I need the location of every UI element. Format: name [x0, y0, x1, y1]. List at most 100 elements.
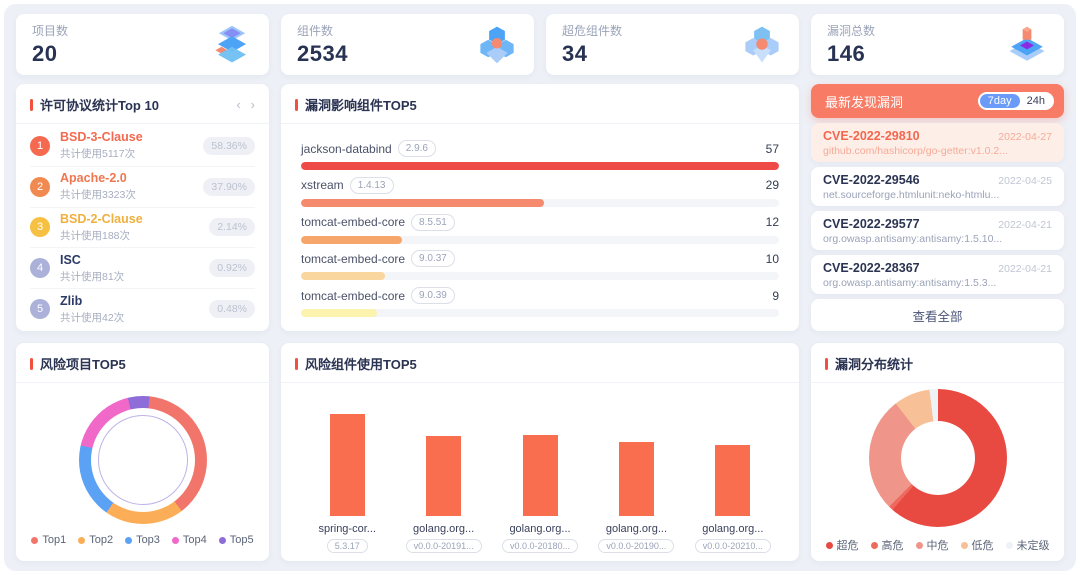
license-usage: 共计使用81次 — [60, 269, 199, 284]
cve-date: 2022-04-27 — [998, 131, 1052, 143]
legend-dot — [961, 542, 968, 549]
bar-track — [301, 236, 779, 244]
component-version-badge: 5.3.17 — [327, 539, 368, 553]
stat-card-projects: 项目数 20 — [16, 14, 269, 75]
license-name: BSD-3-Clause — [60, 130, 193, 144]
legend-item[interactable]: Top5 — [219, 534, 254, 546]
bar-fill — [301, 162, 779, 170]
stat-card-critical-components: 超危组件数 34 — [546, 14, 799, 75]
bar — [619, 442, 654, 516]
vuln-dist-donut-chart[interactable] — [869, 389, 1007, 527]
vuln-count: 29 — [766, 178, 779, 192]
legend-label: 高危 — [882, 537, 904, 553]
legend-item[interactable]: 未定级 — [1006, 537, 1050, 553]
license-percent-badge: 0.48% — [209, 300, 255, 318]
license-usage: 共计使用5117次 — [60, 146, 193, 161]
component-name: tomcat-embed-core — [301, 252, 405, 266]
latest-vulns-title: 最新发现漏洞 — [825, 92, 903, 111]
bar-track — [301, 309, 779, 317]
cve-id: CVE-2022-29810 — [823, 129, 920, 143]
prev-page-icon[interactable]: ‹ — [236, 98, 240, 111]
stat-label: 项目数 — [32, 22, 68, 39]
toggle-24h[interactable]: 24h — [1020, 94, 1052, 108]
cve-id: CVE-2022-28367 — [823, 261, 920, 275]
cve-list: CVE-2022-298102022-04-27github.com/hashi… — [811, 123, 1064, 294]
legend-item[interactable]: 中危 — [916, 537, 949, 553]
risk-usage-bar-column[interactable]: golang.org...v0.0.0-20180... — [492, 397, 588, 553]
risk-projects-panel: 风险项目TOP5 Top1 Top2 Top3 Top4 Top5 — [16, 343, 269, 561]
legend-label: Top2 — [89, 534, 113, 546]
bar-fill — [301, 236, 402, 244]
license-percent-badge: 37.90% — [203, 178, 255, 196]
legend-item[interactable]: Top1 — [31, 534, 66, 546]
legend-item[interactable]: Top2 — [78, 534, 113, 546]
dashboard-page: 项目数 20 组件数 2534 — [4, 4, 1076, 571]
cve-date: 2022-04-21 — [998, 263, 1052, 275]
bar — [330, 414, 365, 516]
vuln-dist-panel: 漏洞分布统计 超危 高危 中危 低危未定级 — [811, 343, 1064, 561]
bar-track — [301, 162, 779, 170]
cve-card[interactable]: CVE-2022-295462022-04-25net.sourceforge.… — [811, 167, 1064, 206]
critical-component-icon — [741, 24, 783, 66]
cve-card[interactable]: CVE-2022-283672022-04-21org.owasp.antisa… — [811, 255, 1064, 294]
risk-projects-title: 风险项目TOP5 — [40, 354, 255, 373]
title-marker — [30, 99, 33, 111]
license-item[interactable]: 4ISC共计使用81次0.92% — [30, 248, 255, 289]
bar-fill — [301, 272, 385, 280]
rank-badge: 5 — [30, 299, 50, 319]
component-name: tomcat-embed-core — [301, 215, 405, 229]
rank-badge: 1 — [30, 136, 50, 156]
legend-label: 中危 — [927, 537, 949, 553]
risk-usage-bar-column[interactable]: golang.org...v0.0.0-20191... — [395, 397, 491, 553]
vuln-component-bar[interactable]: tomcat-embed-core9.0.399 — [301, 287, 779, 317]
vuln-component-bar[interactable]: tomcat-embed-core9.0.3710 — [301, 250, 779, 280]
license-item[interactable]: 3BSD-2-Clause共计使用188次2.14% — [30, 208, 255, 249]
component-name: jackson-databind — [301, 142, 392, 156]
risk-projects-donut-chart[interactable] — [79, 396, 207, 524]
risk-usage-bar-column[interactable]: golang.org...v0.0.0-20190... — [588, 397, 684, 553]
stat-label: 漏洞总数 — [827, 22, 875, 39]
next-page-icon[interactable]: › — [251, 98, 255, 111]
latest-vulns-header: 最新发现漏洞 7day 24h — [811, 84, 1064, 118]
license-list: 1BSD-3-Clause共计使用5117次58.36%2Apache-2.0共… — [16, 124, 269, 331]
cve-card[interactable]: CVE-2022-295772022-04-21org.owasp.antisa… — [811, 211, 1064, 250]
legend-dot — [1006, 542, 1013, 549]
cve-component: net.sourceforge.htmlunit:neko-htmlu... — [823, 189, 1052, 201]
license-item[interactable]: 2Apache-2.0共计使用3323次37.90% — [30, 167, 255, 208]
toggle-7day[interactable]: 7day — [980, 94, 1020, 108]
legend-item[interactable]: Top4 — [172, 534, 207, 546]
license-percent-badge: 0.92% — [209, 259, 255, 277]
title-marker — [825, 358, 828, 370]
legend-label: 超危 — [837, 537, 859, 553]
risk-usage-bar-column[interactable]: spring-cor...5.3.17 — [299, 397, 395, 553]
stat-value: 20 — [32, 41, 68, 67]
stat-label: 组件数 — [297, 22, 348, 39]
legend-item[interactable]: 低危 — [961, 537, 994, 553]
stat-card-vulns: 漏洞总数 146 — [811, 14, 1064, 75]
stat-value: 146 — [827, 41, 875, 67]
component-version-badge: v0.0.0-20180... — [502, 539, 578, 553]
risk-usage-bar-column[interactable]: golang.org...v0.0.0-20210... — [685, 397, 781, 553]
legend-item[interactable]: Top3 — [125, 534, 160, 546]
stat-value: 34 — [562, 41, 622, 67]
license-item[interactable]: 5Zlib共计使用42次0.48% — [30, 289, 255, 329]
legend-label: 低危 — [972, 537, 994, 553]
vuln-dist-title: 漏洞分布统计 — [835, 354, 1050, 373]
vuln-component-bar[interactable]: tomcat-embed-core8.5.5112 — [301, 214, 779, 244]
cve-card[interactable]: CVE-2022-298102022-04-27github.com/hashi… — [811, 123, 1064, 162]
vuln-component-bar[interactable]: xstream1.4.1329 — [301, 177, 779, 207]
license-item[interactable]: 1BSD-3-Clause共计使用5117次58.36% — [30, 126, 255, 167]
license-name: BSD-2-Clause — [60, 212, 199, 226]
legend-dot — [871, 542, 878, 549]
legend-item[interactable]: 高危 — [871, 537, 904, 553]
vuln-component-bar[interactable]: jackson-databind2.9.657 — [301, 140, 779, 170]
bar-track — [301, 199, 779, 207]
license-panel-title: 许可协议统计Top 10 — [40, 95, 229, 114]
legend-item[interactable]: 超危 — [826, 537, 859, 553]
stat-card-components: 组件数 2534 — [281, 14, 534, 75]
license-usage: 共计使用188次 — [60, 228, 199, 243]
vuln-box-icon — [1006, 24, 1048, 66]
legend-dot — [31, 537, 38, 544]
license-panel: 许可协议统计Top 10 ‹ › 1 BSD-3-Clause 共计使用5117次 5… — [16, 84, 269, 331]
view-all-button[interactable]: 查看全部 — [811, 299, 1064, 331]
